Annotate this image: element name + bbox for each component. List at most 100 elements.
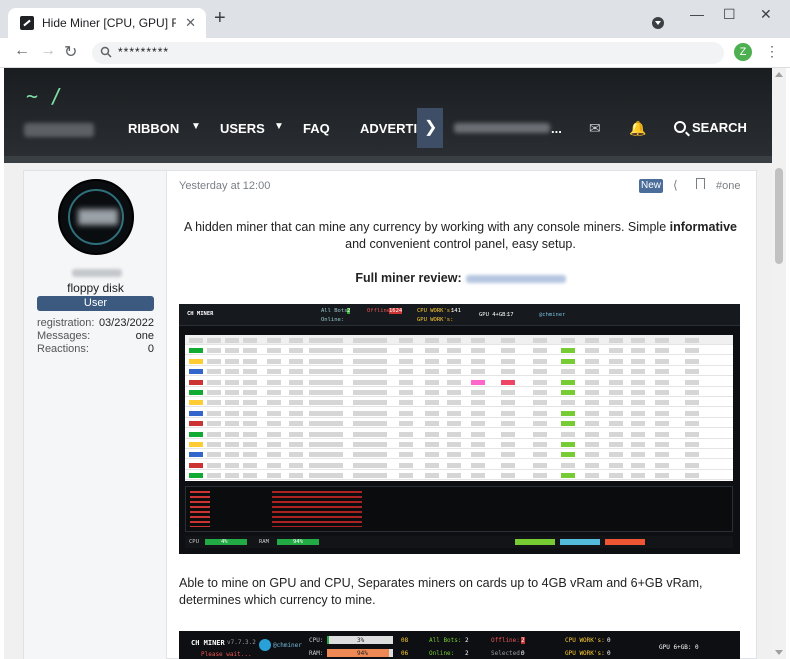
share-icon[interactable]: ⟨: [673, 178, 678, 192]
author-name-redacted[interactable]: [72, 269, 122, 277]
miner2-ram-count: 06: [401, 650, 409, 657]
miner-app-name: CH MINER: [187, 311, 214, 317]
post-body: Yesterday at 12:00 New ⟨ #one A hidden m…: [179, 171, 742, 659]
author-role-badge: User: [37, 296, 154, 311]
table-row[interactable]: [185, 460, 733, 470]
nav-advertise[interactable]: ADVERTIS: [360, 121, 426, 136]
cpu-work-value: 141: [451, 308, 461, 314]
more-menu-icon[interactable]: ⋮: [765, 43, 779, 60]
miner2-ram-pct: 94%: [357, 650, 368, 657]
profile-avatar[interactable]: Z: [734, 43, 752, 61]
status-bar: CPU 4% RAM 94%: [185, 536, 733, 548]
scroll-down-icon[interactable]: [775, 650, 783, 655]
table-row[interactable]: [185, 439, 733, 449]
post-intro-text-end: and convenient control panel, easy setup…: [345, 237, 576, 251]
miner2-cpu-label: CPU:: [309, 637, 324, 644]
post-author-panel: floppy disk User registration: 03/23/202…: [24, 171, 167, 659]
table-row[interactable]: [185, 408, 733, 418]
nav-ribbon[interactable]: RIBBON: [128, 121, 179, 136]
address-bar[interactable]: *********: [92, 42, 724, 64]
ram-status-label: RAM: [259, 539, 269, 545]
miner2-gpu-label: GPU 6+GB:: [659, 644, 692, 651]
bookmark-icon[interactable]: [696, 178, 705, 189]
miner2-cpu-pct: 3%: [357, 637, 365, 644]
maximize-button[interactable]: ☐: [723, 6, 736, 23]
offline-value: 1624: [389, 308, 403, 314]
review-link-redacted[interactable]: [465, 274, 566, 283]
bell-icon[interactable]: 🔔: [629, 120, 646, 137]
table-row[interactable]: [185, 366, 733, 377]
reload-icon[interactable]: ↻: [64, 42, 77, 62]
avatar[interactable]: [58, 179, 134, 255]
new-tab-button[interactable]: +: [214, 8, 226, 28]
nav-faq[interactable]: FAQ: [303, 121, 330, 136]
table-row[interactable]: [185, 335, 733, 345]
post-number[interactable]: #one: [716, 180, 740, 192]
cpu-work-label: CPU WORK's:: [417, 308, 454, 314]
account-menu[interactable]: ...: [551, 121, 562, 136]
mail-icon[interactable]: ✉: [589, 120, 601, 137]
miner2-online-label: Online:: [429, 650, 455, 657]
miner2-cpu-work-label: CPU WORK's:: [565, 637, 605, 644]
search-icon: [674, 121, 686, 133]
account-name-redacted[interactable]: [454, 123, 550, 133]
gpu-value: 17: [507, 312, 514, 318]
tab-strip: Hide Miner [CPU, GPU] RAT, Clipp ✕ + — ☐…: [0, 0, 790, 38]
miner-panel-screenshot-2[interactable]: CH MINER v7.7.3.2 Please wait... @chmine…: [179, 631, 740, 659]
stat-registration-value: 03/23/2022: [98, 317, 154, 329]
table-row[interactable]: [185, 418, 733, 429]
chevron-down-icon[interactable]: ▼: [191, 121, 201, 132]
table-row[interactable]: [185, 470, 733, 481]
table-row[interactable]: [185, 377, 733, 387]
table-row[interactable]: [185, 397, 733, 408]
table-row[interactable]: [185, 356, 733, 366]
forward-arrow-icon[interactable]: →: [40, 42, 56, 60]
browser-tab[interactable]: Hide Miner [CPU, GPU] RAT, Clipp ✕: [8, 8, 206, 38]
site-header: ~ / RIBBON ▼ USERS ▼ FAQ ADVERTIS ❯ ... …: [4, 68, 772, 163]
post-intro-bold: informative: [669, 220, 738, 234]
all-bots-value: 2: [347, 308, 351, 314]
scroll-up-icon[interactable]: [775, 72, 783, 77]
forum-post: floppy disk User registration: 03/23/202…: [23, 170, 757, 659]
miner2-all-bots-label: All Bots:: [429, 637, 462, 644]
address-text: *********: [118, 45, 170, 59]
telegram-handle: @chminer: [539, 312, 566, 318]
browser-toolbar: ← → ↻ ********* Z ⋮: [0, 38, 790, 68]
online-label: Online:: [321, 317, 345, 323]
minimize-button[interactable]: —: [690, 6, 704, 22]
miner2-version: v7.7.3.2: [227, 639, 256, 646]
miner2-selected-label: Selected:: [491, 650, 524, 657]
table-row[interactable]: [185, 387, 733, 397]
tab-search-icon[interactable]: [652, 17, 664, 29]
back-arrow-icon[interactable]: ←: [14, 42, 30, 60]
cpu-status-pct: 4%: [221, 539, 228, 545]
tab-close-icon[interactable]: ✕: [185, 15, 196, 31]
miner2-all-bots: 2: [465, 637, 469, 644]
nav-users[interactable]: USERS: [220, 121, 265, 136]
site-logo[interactable]: ~ /: [26, 84, 62, 108]
close-window-button[interactable]: ✕: [760, 6, 772, 23]
table-row[interactable]: [185, 449, 733, 460]
miner2-ram-label: RAM:: [309, 650, 324, 657]
gpu-label: GPU 4+GB:: [479, 312, 509, 318]
stat-reactions-value: 0: [147, 343, 154, 355]
bots-table[interactable]: [185, 335, 733, 481]
page-scrollbar[interactable]: [772, 68, 786, 659]
miner2-offline-label: Offline:: [491, 637, 520, 644]
author-title: floppy disk: [67, 281, 124, 295]
scroll-thumb[interactable]: [775, 168, 783, 264]
post-intro-text: A hidden miner that can mine any currenc…: [183, 220, 670, 234]
page-viewport: ~ / RIBBON ▼ USERS ▼ FAQ ADVERTIS ❯ ... …: [4, 68, 772, 659]
search-icon: [100, 46, 112, 58]
miner2-cpu-work: 0: [607, 637, 611, 644]
chevron-down-icon[interactable]: ▼: [274, 121, 284, 132]
table-row[interactable]: [185, 429, 733, 439]
post-date[interactable]: Yesterday at 12:00: [179, 180, 270, 192]
table-row[interactable]: [185, 345, 733, 356]
post-intro: A hidden miner that can mine any currenc…: [179, 219, 742, 253]
miner-panel-screenshot[interactable]: CH MINER All Bots: 2 Offline: 1624 Onlin…: [179, 304, 740, 554]
site-favicon-icon: [20, 16, 34, 30]
miner2-gpu-work: 0: [607, 650, 611, 657]
ram-status-pct: 94%: [293, 539, 303, 545]
search-label: SEARCH: [692, 120, 747, 135]
